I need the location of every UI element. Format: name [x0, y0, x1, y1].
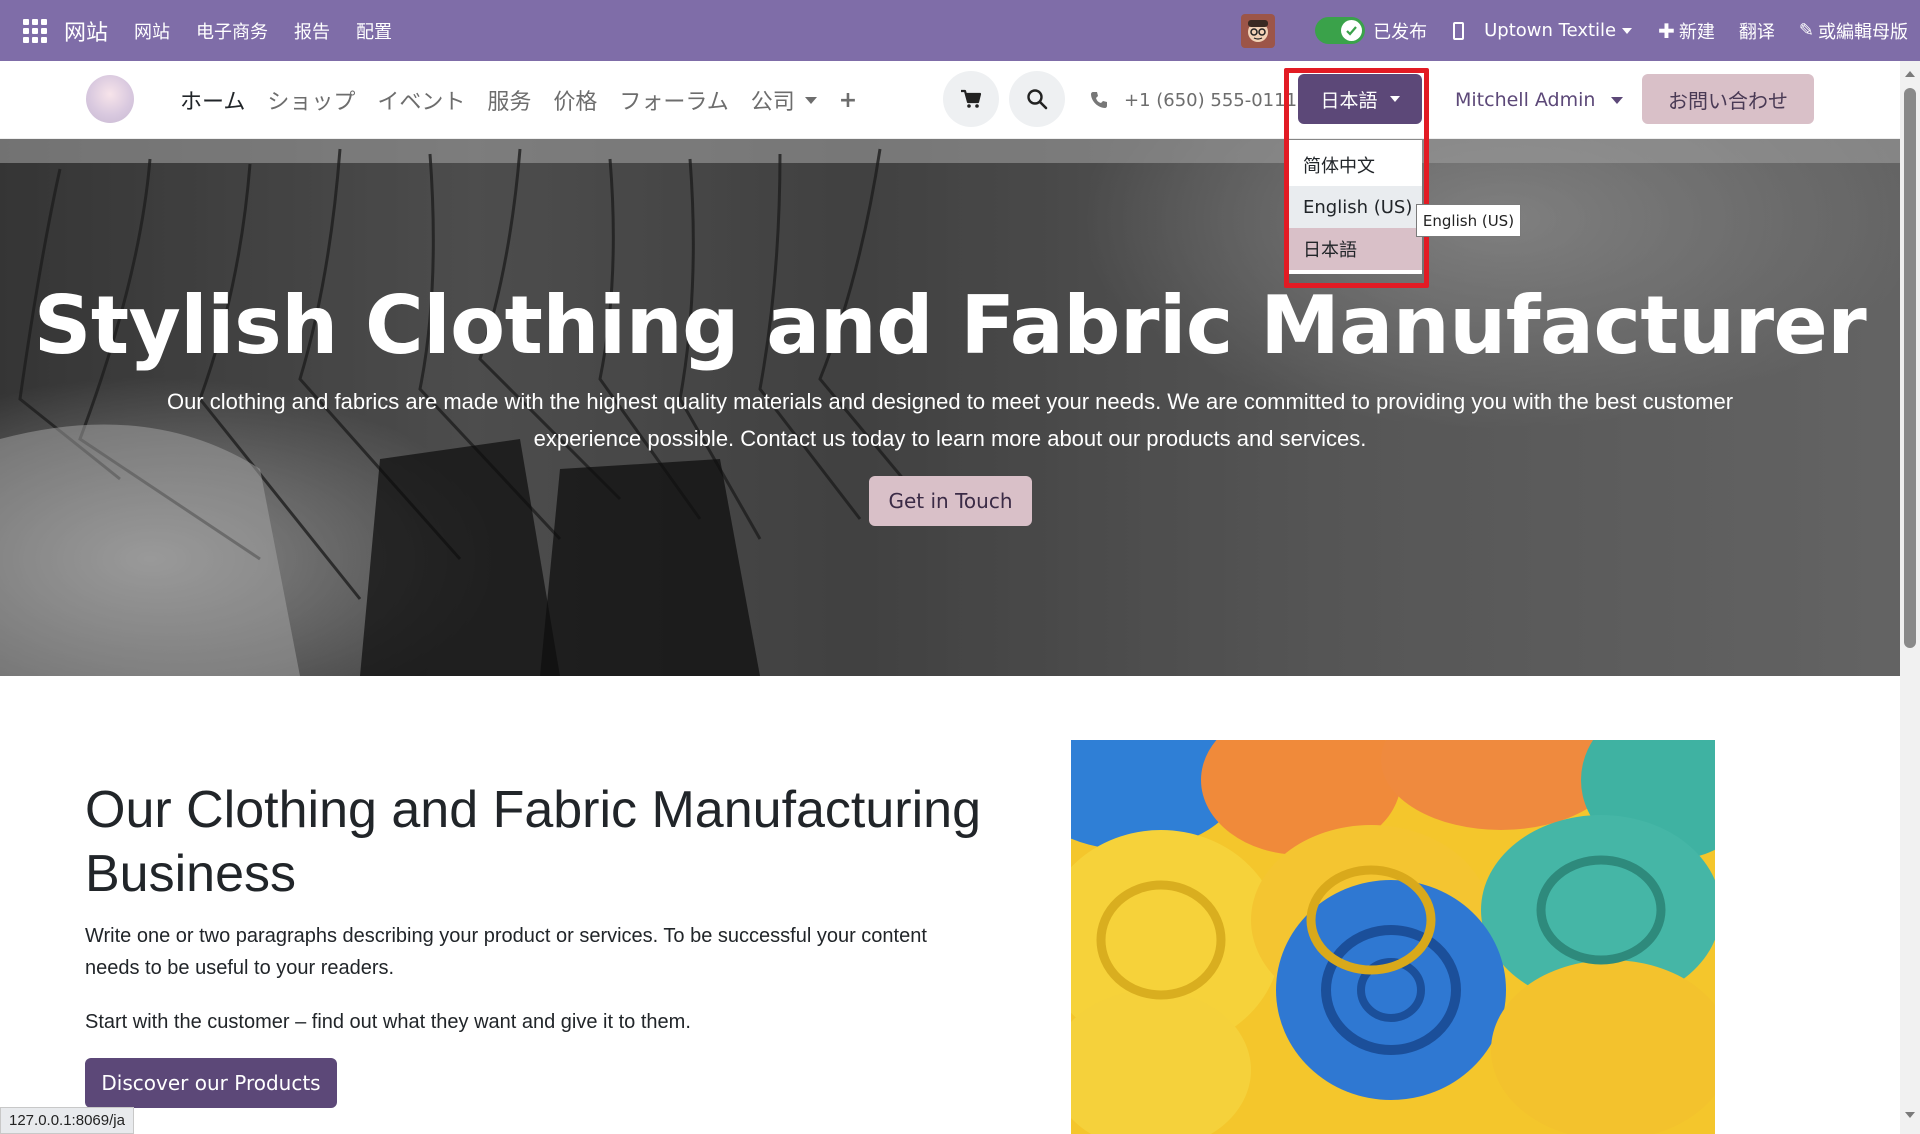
caret-down-icon	[1622, 27, 1633, 34]
admin-menu-ecommerce[interactable]: 电子商务	[196, 18, 268, 44]
translate-button[interactable]: 翻译	[1739, 18, 1775, 44]
mobile-preview-icon[interactable]	[1453, 21, 1465, 40]
browser-status-url: 127.0.0.1:8069/ja	[0, 1107, 134, 1134]
contact-us-button[interactable]: お問い合わせ	[1642, 74, 1814, 124]
publish-toggle[interactable]	[1315, 17, 1366, 44]
scroll-down-arrow-icon[interactable]	[1905, 1112, 1915, 1118]
check-icon	[1341, 20, 1363, 41]
fabric-rolls-illustration	[1071, 740, 1715, 1134]
section-heading: Our Clothing and Fabric Manufacturing Bu…	[85, 781, 982, 903]
admin-top-bar: 网站 网站 电子商务 报告 配置 已发布 Uptown Textile ✚ 新建…	[0, 0, 1920, 61]
site-logo[interactable]	[86, 75, 134, 123]
admin-menu: 网站 电子商务 报告 配置	[134, 18, 418, 44]
nav-home[interactable]: ホーム	[180, 84, 245, 116]
fabric-rolls-image	[1071, 740, 1715, 1134]
get-in-touch-button[interactable]: Get in Touch	[869, 476, 1032, 526]
website-selector-label: Uptown Textile	[1484, 20, 1617, 41]
phone-icon	[1091, 92, 1107, 108]
search-button[interactable]	[1009, 71, 1065, 127]
nav-forum[interactable]: フォーラム	[619, 84, 728, 116]
avatar-face-icon	[1248, 19, 1269, 42]
discover-products-button[interactable]: Discover our Products	[85, 1058, 337, 1108]
hero-section: Stylish Clothing and Fabric Manufacturer…	[0, 139, 1900, 676]
admin-menu-reports[interactable]: 报告	[294, 18, 330, 44]
admin-brand[interactable]: 网站	[64, 15, 108, 47]
admin-menu-config[interactable]: 配置	[356, 18, 392, 44]
caret-down-icon	[804, 96, 817, 104]
pencil-icon: ✎	[1798, 20, 1814, 41]
admin-right-controls: 已发布 Uptown Textile ✚ 新建 翻译 ✎ 或編輯母版	[1241, 0, 1908, 61]
nav-company[interactable]: 公司	[751, 84, 817, 116]
phone-number: +1 (650) 555-0111	[1124, 89, 1298, 111]
admin-menu-website[interactable]: 网站	[134, 18, 170, 44]
translate-button-label: 翻译	[1738, 21, 1775, 43]
add-menu-item-icon[interactable]: +	[839, 88, 857, 113]
user-name: Mitchell Admin	[1455, 89, 1596, 111]
caret-down-icon	[1611, 96, 1624, 104]
nav-events[interactable]: イベント	[377, 84, 465, 116]
hero-title: Stylish Clothing and Fabric Manufacturer	[33, 279, 1867, 372]
hero-subtitle: Our clothing and fabrics are made with t…	[166, 389, 1734, 451]
section-paragraph-1: Write one or two paragraphs describing y…	[85, 925, 927, 979]
user-menu[interactable]: Mitchell Admin	[1455, 61, 1624, 139]
nav-shop[interactable]: ショップ	[267, 84, 355, 116]
new-button-label: 新建	[1678, 21, 1715, 43]
scroll-up-arrow-icon[interactable]	[1905, 71, 1915, 77]
nav-company-label: 公司	[750, 90, 795, 115]
user-avatar[interactable]	[1241, 13, 1276, 48]
scrollbar-thumb[interactable]	[1904, 88, 1916, 648]
cart-icon	[961, 89, 982, 108]
language-tooltip: English (US)	[1416, 204, 1521, 237]
section-paragraph-2: Start with the customer – find out what …	[85, 1011, 691, 1033]
apps-menu-icon[interactable]	[23, 18, 47, 43]
plus-icon: ✚	[1658, 18, 1675, 43]
highlight-box	[1284, 68, 1429, 288]
edit-button[interactable]: ✎ 或編輯母版	[1799, 18, 1908, 44]
published-label: 已发布	[1373, 21, 1428, 43]
nav-services[interactable]: 服务	[487, 84, 531, 116]
website-selector[interactable]: Uptown Textile	[1484, 20, 1633, 41]
new-button[interactable]: ✚ 新建	[1658, 18, 1715, 44]
search-icon	[1027, 89, 1048, 110]
cart-button[interactable]	[943, 71, 999, 127]
site-menu: ホーム ショップ イベント 服务 价格 フォーラム 公司 +	[180, 61, 879, 139]
edit-button-label: 或編輯母版	[1818, 21, 1908, 43]
phone-link[interactable]: +1 (650) 555-0111	[1090, 61, 1297, 139]
nav-pricing[interactable]: 价格	[553, 84, 597, 116]
website-header: ホーム ショップ イベント 服务 价格 フォーラム 公司 + +1 (650) …	[0, 61, 1900, 139]
